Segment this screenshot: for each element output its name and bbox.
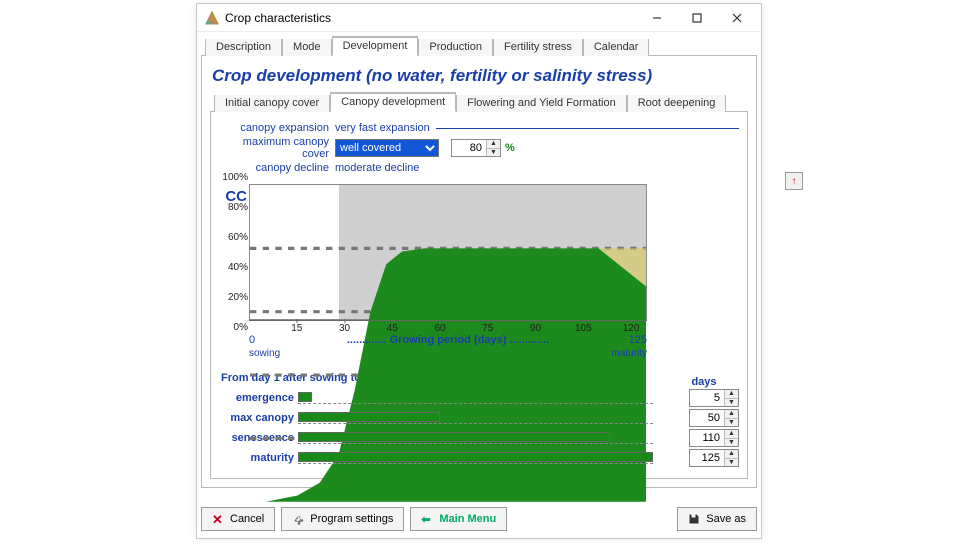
- tab-fertility-stress[interactable]: Fertility stress: [493, 39, 583, 56]
- xtick: 120: [623, 323, 640, 334]
- stage-days-spin-maturity[interactable]: ▲▼: [689, 449, 739, 467]
- tab-development[interactable]: Development: [332, 36, 419, 56]
- xtick: 75: [482, 323, 493, 334]
- xtick: 45: [387, 323, 398, 334]
- main-menu-button[interactable]: ⬅ Main Menu: [410, 507, 507, 531]
- cancel-button-label: Cancel: [230, 513, 264, 525]
- close-button[interactable]: [717, 6, 757, 30]
- titlebar: Crop characteristics: [197, 4, 761, 32]
- main-tabs: Description Mode Development Production …: [201, 36, 757, 56]
- stage-days-spin-max canopy[interactable]: ▲▼: [689, 409, 739, 427]
- subtab-canopy-development[interactable]: Canopy development: [330, 92, 456, 112]
- stage-bar: [298, 392, 312, 402]
- percent-symbol: %: [505, 142, 515, 154]
- max-canopy-cover-input[interactable]: [452, 140, 486, 156]
- ytick-60: 60%: [212, 232, 248, 243]
- stage-days-input[interactable]: [690, 390, 724, 406]
- canopy-decline-value: moderate decline: [335, 162, 419, 174]
- subtab-initial-canopy-cover[interactable]: Initial canopy cover: [214, 95, 330, 112]
- spin-down-icon[interactable]: ▼: [725, 419, 738, 427]
- stage-days-input[interactable]: [690, 430, 724, 446]
- tab-production[interactable]: Production: [418, 39, 493, 56]
- sub-tabs: Initial canopy cover Canopy development …: [210, 92, 748, 112]
- crop-characteristics-window: Crop characteristics Description Mode De…: [196, 3, 762, 539]
- spin-up-icon[interactable]: ▲: [725, 430, 738, 439]
- save-as-label: Save as: [706, 513, 746, 525]
- scroll-up-button[interactable]: ↑: [785, 172, 803, 190]
- stage-bar-zone: [298, 432, 653, 444]
- home-icon: ⬅: [421, 513, 433, 525]
- spin-down-icon[interactable]: ▼: [487, 149, 500, 157]
- stage-bar: [298, 432, 610, 442]
- tab-calendar[interactable]: Calendar: [583, 39, 650, 56]
- xtick: 60: [434, 323, 445, 334]
- spin-up-icon[interactable]: ▲: [725, 450, 738, 459]
- stage-days-input[interactable]: [690, 410, 724, 426]
- spin-down-icon[interactable]: ▼: [725, 459, 738, 467]
- stage-bar: [298, 412, 440, 422]
- spin-up-icon[interactable]: ▲: [725, 410, 738, 419]
- ytick-80: 80%: [212, 202, 248, 213]
- ytick-100: 100%: [212, 172, 248, 183]
- max-canopy-cover-select[interactable]: well covered: [335, 139, 439, 157]
- program-settings-label: Program settings: [310, 513, 393, 525]
- xtick: 105: [575, 323, 592, 334]
- save-icon: [688, 513, 700, 525]
- stage-bar-zone: [298, 412, 653, 424]
- xtick: 90: [530, 323, 541, 334]
- main-menu-label: Main Menu: [439, 513, 496, 525]
- canopy-expansion-value: very fast expansion: [335, 122, 430, 134]
- period-end-value: 125: [629, 334, 647, 346]
- period-end-label: maturity: [611, 348, 647, 359]
- xtick: 15: [291, 323, 302, 334]
- save-as-button[interactable]: Save as: [677, 507, 757, 531]
- max-canopy-cover-spin[interactable]: ▲▼: [451, 139, 501, 157]
- period-start-label: sowing: [249, 348, 280, 359]
- stage-days-spin-senescence[interactable]: ▲▼: [689, 429, 739, 447]
- spin-down-icon[interactable]: ▼: [725, 399, 738, 407]
- canopy-chart: 0% 20% 40% 60% 80% 100%: [249, 184, 647, 320]
- footer-buttons: ✕ Cancel Program settings ⬅ Main Menu Sa…: [201, 504, 757, 534]
- spin-up-icon[interactable]: ▲: [725, 390, 738, 399]
- minimize-button[interactable]: [637, 6, 677, 30]
- max-canopy-cover-label: maximum canopy cover: [219, 136, 335, 160]
- subtab-flowering-yield[interactable]: Flowering and Yield Formation: [456, 95, 627, 112]
- tab-description[interactable]: Description: [205, 39, 282, 56]
- x-axis: 15 30 45 60 75 90 105 120: [249, 320, 647, 334]
- subtab-root-deepening[interactable]: Root deepening: [627, 95, 727, 112]
- growing-period-label: ............. Growing period (days) ....…: [249, 334, 647, 346]
- ytick-0: 0%: [212, 322, 248, 333]
- program-settings-button[interactable]: Program settings: [281, 507, 404, 531]
- stage-bar: [298, 452, 653, 462]
- stage-days-spin-emergence[interactable]: ▲▼: [689, 389, 739, 407]
- stage-bar-zone: [298, 452, 653, 464]
- gear-icon: [292, 513, 304, 525]
- development-panel: Crop development (no water, fertility or…: [201, 56, 757, 488]
- close-icon: ✕: [212, 513, 224, 525]
- stage-bar-zone: [298, 392, 653, 404]
- maximize-button[interactable]: [677, 6, 717, 30]
- stage-days-input[interactable]: [690, 450, 724, 466]
- app-icon: [205, 11, 219, 25]
- xtick: 30: [339, 323, 350, 334]
- spin-up-icon[interactable]: ▲: [487, 140, 500, 149]
- canopy-expansion-label: canopy expansion: [219, 122, 335, 134]
- page-heading: Crop development (no water, fertility or…: [210, 62, 748, 92]
- ytick-40: 40%: [212, 262, 248, 273]
- spin-down-icon[interactable]: ▼: [725, 439, 738, 447]
- ytick-20: 20%: [212, 292, 248, 303]
- window-title: Crop characteristics: [225, 11, 637, 25]
- days-header: days: [669, 376, 739, 388]
- rule-line: [436, 128, 739, 129]
- cancel-button[interactable]: ✕ Cancel: [201, 507, 275, 531]
- tab-mode[interactable]: Mode: [282, 39, 332, 56]
